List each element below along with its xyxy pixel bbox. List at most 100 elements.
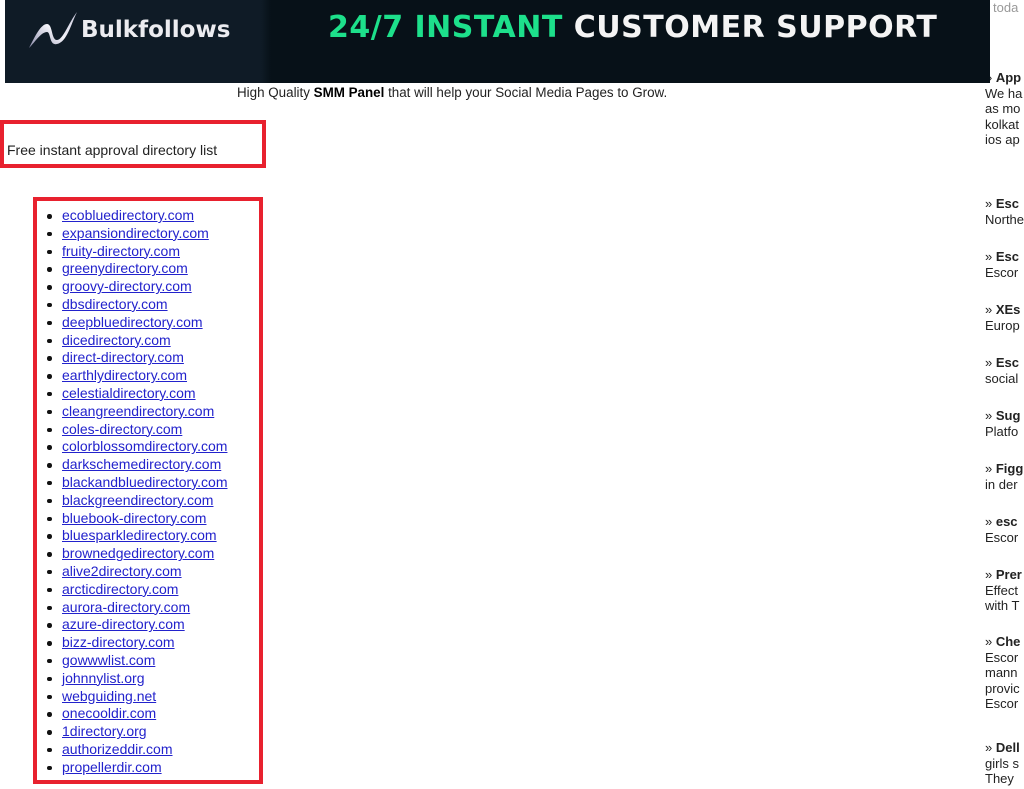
directory-link[interactable]: bizz-directory.com [62,634,175,650]
directory-link[interactable]: blackgreendirectory.com [62,492,213,508]
directory-list-item: ecobluedirectory.com [37,207,228,225]
sidebar-entry-title-text[interactable]: Esc [996,196,1019,211]
raquo-icon: » [985,740,996,755]
directory-link[interactable]: webguiding.net [62,688,156,704]
raquo-icon: » [985,461,996,476]
directory-link[interactable]: bluebook-directory.com [62,510,206,526]
directory-list-item: bizz-directory.com [37,634,228,652]
directory-list-item: bluesparkledirectory.com [37,527,228,545]
directory-list-item: cleangreendirectory.com [37,403,228,421]
sidebar-entry-title[interactable]: » esc [985,514,1018,530]
sidebar-entry-title-text[interactable]: Dell [996,740,1020,755]
sidebar-entry[interactable]: » Prer Effect with T [985,567,1022,614]
sidebar-entry-text: as mo [985,101,1021,116]
directory-link[interactable]: earthlydirectory.com [62,367,187,383]
sidebar-entry-title-text[interactable]: App [996,70,1021,85]
sidebar-entry-title[interactable]: » Dell [985,740,1020,756]
sidebar-entry-title-text[interactable]: Che [996,634,1021,649]
directory-link[interactable]: johnnylist.org [62,670,145,686]
sidebar-entry-text: kolkat [985,116,1019,132]
raquo-icon: » [985,408,996,423]
sidebar-entry[interactable]: » esc Escor [985,514,1018,545]
sidebar-entry[interactable]: » Dell girls s They [985,740,1020,787]
directory-link[interactable]: cleangreendirectory.com [62,403,214,419]
tagline: High Quality SMM Panel that will help yo… [237,85,667,100]
directory-link[interactable]: darkschemedirectory.com [62,456,221,472]
directory-list-item: darkschemedirectory.com [37,456,228,474]
sidebar-entry-title[interactable]: » App [985,70,1022,86]
sidebar-entry-title[interactable]: » Esc [985,249,1019,265]
directory-list-item: gowwwlist.com [37,652,228,670]
directory-link[interactable]: alive2directory.com [62,563,182,579]
sidebar-entry-text: Platfo [985,423,1019,439]
directory-link[interactable]: dbsdirectory.com [62,296,168,312]
sidebar-entry-text: Effect [985,582,1019,598]
directory-link[interactable]: greenydirectory.com [62,260,188,276]
directory-link[interactable]: colorblossomdirectory.com [62,438,227,454]
sidebar-entry-title[interactable]: » Figg [985,461,1023,477]
raquo-icon: » [985,567,996,582]
sidebar-entry-title[interactable]: » Esc [985,355,1019,371]
sidebar-entry-title-text[interactable]: Prer [996,567,1022,582]
sidebar-entry-title-text[interactable]: Figg [996,461,1023,476]
sidebar-entry-text: mann [985,665,1018,680]
raquo-icon: » [985,302,996,317]
sidebar-entry[interactable]: » Esc Escor [985,249,1019,280]
directory-list-box: ecobluedirectory.com expansiondirectory.c… [33,197,263,784]
directory-link[interactable]: ecobluedirectory.com [62,207,194,223]
logo: Bulkfollows [27,10,230,50]
directory-list-item: bluebook-directory.com [37,510,228,528]
sidebar-entry-title-text[interactable]: Esc [996,249,1019,264]
directory-link[interactable]: arcticdirectory.com [62,581,178,597]
directory-link[interactable]: 1directory.org [62,723,147,739]
sidebar-entry[interactable]: » Esc Northe [985,196,1024,227]
directory-list-item: blackgreendirectory.com [37,492,228,510]
sidebar-entry-text: provic [985,680,1020,696]
sidebar-entry-title[interactable]: » XEs [985,302,1020,318]
directory-link[interactable]: bluesparkledirectory.com [62,527,217,543]
directory-link[interactable]: groovy-directory.com [62,278,192,294]
directory-link[interactable]: expansiondirectory.com [62,225,209,241]
sidebar-entry-text: with T [985,598,1020,613]
directory-link[interactable]: direct-directory.com [62,349,184,365]
sidebar-entry[interactable]: » Che Escor mann provic Escor [985,634,1020,712]
directory-link[interactable]: brownedgedirectory.com [62,545,214,561]
sidebar-entry-title-text[interactable]: Sug [996,408,1021,423]
directory-link[interactable]: coles-directory.com [62,421,182,437]
sidebar-entry-text: They [985,771,1014,786]
sidebar-entry[interactable]: » Sug Platfo [985,408,1020,439]
directory-link[interactable]: aurora-directory.com [62,599,190,615]
directory-link[interactable]: fruity-directory.com [62,243,180,259]
directory-list-item: direct-directory.com [37,349,228,367]
sidebar-entry-title-text[interactable]: Esc [996,355,1019,370]
raquo-icon: » [985,249,996,264]
raquo-icon: » [985,196,996,211]
banner-ad[interactable]: Bulkfollows 24/7 INSTANT CUSTOMER SUPPOR… [5,0,990,83]
sidebar-entry-text: Escor [985,696,1019,711]
directory-link[interactable]: propellerdir.com [62,759,162,775]
directory-link[interactable]: authorizeddir.com [62,741,173,757]
tagline-bold: SMM Panel [313,85,385,100]
directory-link[interactable]: deepbluedirectory.com [62,314,203,330]
tagline-suffix: that will help your Social Media Pages t… [384,85,668,100]
directory-link[interactable]: onecooldir.com [62,705,156,721]
sidebar-entry[interactable]: » XEs Europ [985,302,1020,333]
sidebar-entry-title[interactable]: » Esc [985,196,1024,212]
sidebar-entry[interactable]: » Esc social [985,355,1019,386]
directory-list-item: arcticdirectory.com [37,581,228,599]
directory-link[interactable]: celestialdirectory.com [62,385,196,401]
directory-list-item: authorizeddir.com [37,741,228,759]
directory-link[interactable]: blackandbluedirectory.com [62,474,228,490]
directory-link[interactable]: azure-directory.com [62,616,185,632]
sidebar-entry[interactable]: » App We ha as mo kolkat ios ap [985,70,1022,148]
sidebar-entry-title[interactable]: » Che [985,634,1020,650]
sidebar-entry[interactable]: » Figg in der [985,461,1023,492]
sidebar-entry-title[interactable]: » Prer [985,567,1022,583]
sidebar-entry-title-text[interactable]: XEs [996,302,1021,317]
directory-link[interactable]: gowwwlist.com [62,652,155,668]
directory-link[interactable]: dicedirectory.com [62,332,171,348]
sidebar-entry-title[interactable]: » Sug [985,408,1020,424]
sidebar-entry-title-text[interactable]: esc [996,514,1018,529]
directory-list-item: brownedgedirectory.com [37,545,228,563]
directory-list: ecobluedirectory.com expansiondirectory.c… [37,207,228,777]
